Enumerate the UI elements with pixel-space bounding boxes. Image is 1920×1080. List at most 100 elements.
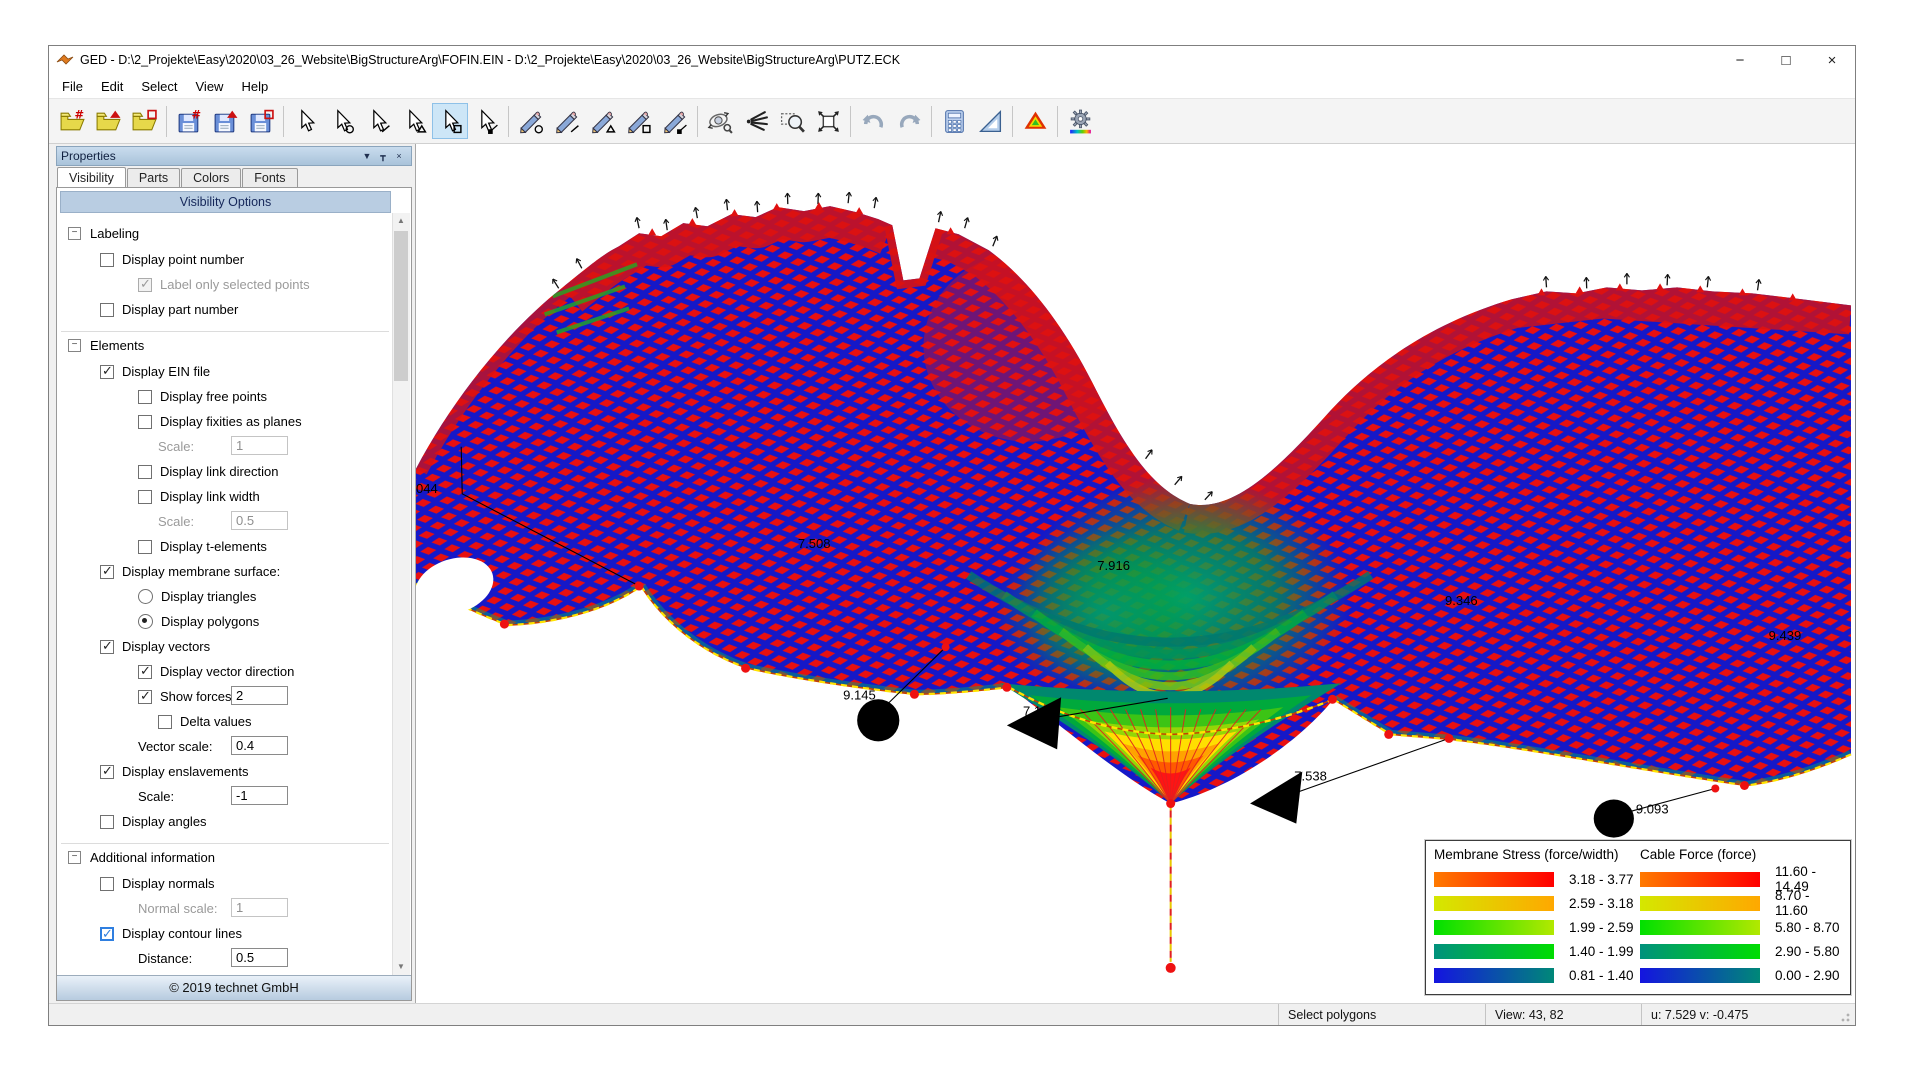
draw-triangle-button[interactable] <box>585 103 621 139</box>
rays-button[interactable] <box>738 103 774 139</box>
open-polygons-file-button[interactable] <box>126 103 162 139</box>
legend-swatch <box>1434 872 1554 887</box>
undo-button[interactable] <box>855 103 891 139</box>
render-membrane-button[interactable] <box>1017 103 1053 139</box>
open-elements-file-button[interactable] <box>90 103 126 139</box>
collapse-icon[interactable]: − <box>68 227 81 240</box>
draw-link-button[interactable] <box>657 103 693 139</box>
option-distance-: Distance: <box>61 946 389 971</box>
scroll-down-icon[interactable]: ▼ <box>393 959 409 975</box>
orbit-view-button[interactable] <box>702 103 738 139</box>
checkbox[interactable] <box>138 390 152 404</box>
render-settings-button[interactable] <box>1062 103 1098 139</box>
checkbox[interactable] <box>100 765 114 779</box>
anchor-ball-icon <box>1594 800 1634 838</box>
select-points-button[interactable] <box>324 103 360 139</box>
checkbox[interactable] <box>158 715 172 729</box>
value-input[interactable] <box>231 948 288 967</box>
checkbox[interactable] <box>100 877 114 891</box>
checkbox[interactable] <box>138 690 152 704</box>
checkbox[interactable] <box>138 465 152 479</box>
legend: Membrane Stress (force/width)3.18 - 3.77… <box>1425 840 1851 995</box>
value-input[interactable] <box>231 786 288 805</box>
legend-range: 0.00 - 2.90 <box>1775 968 1840 983</box>
radio-button[interactable] <box>138 614 153 629</box>
checkbox[interactable] <box>138 415 152 429</box>
ged-app-icon <box>56 52 74 68</box>
checkbox[interactable] <box>100 927 114 941</box>
folder-triangle-icon <box>95 108 122 135</box>
gear-icon <box>1067 108 1094 135</box>
draw-point-button[interactable] <box>513 103 549 139</box>
option-delta-values: Delta values <box>61 709 389 734</box>
scroll-up-icon[interactable]: ▲ <box>393 213 409 229</box>
menu-help[interactable]: Help <box>232 79 277 94</box>
tab-colors[interactable]: Colors <box>181 168 241 187</box>
collapse-icon[interactable]: − <box>68 339 81 352</box>
checkbox[interactable] <box>138 490 152 504</box>
measure-button[interactable] <box>972 103 1008 139</box>
force-label: 9.093 <box>1636 802 1669 817</box>
zoom-extents-button[interactable] <box>810 103 846 139</box>
menu-file[interactable]: File <box>53 79 92 94</box>
value-input <box>231 898 288 917</box>
minimize-button[interactable]: − <box>1717 46 1763 74</box>
redo-button[interactable] <box>891 103 927 139</box>
save-points-file-button[interactable]: # <box>171 103 207 139</box>
select-button[interactable] <box>288 103 324 139</box>
maximize-button[interactable]: □ <box>1763 46 1809 74</box>
checkbox[interactable] <box>100 253 114 267</box>
zoom-window-button[interactable] <box>774 103 810 139</box>
checkbox[interactable] <box>100 365 114 379</box>
checkbox[interactable] <box>100 565 114 579</box>
properties-panel-titlebar[interactable]: Properties ▼┳× <box>56 146 412 166</box>
open-points-file-button[interactable]: # <box>54 103 90 139</box>
panel-pin-button[interactable]: ┳ <box>375 151 391 162</box>
option-scale-: Scale: <box>61 784 389 809</box>
value-input[interactable] <box>231 736 288 755</box>
value-input[interactable] <box>231 686 288 705</box>
draw-polygon-button[interactable] <box>621 103 657 139</box>
panel-dropdown-button[interactable]: ▼ <box>359 151 375 162</box>
resize-grip[interactable] <box>1839 1004 1855 1025</box>
option-label: Display enslavements <box>122 764 248 779</box>
model-viewport[interactable]: 12.0447.5087.9169.3469.4399.1457.1627.53… <box>415 144 1855 1003</box>
option-show-forces-: Show forces ≥ <box>61 684 389 709</box>
tab-visibility[interactable]: Visibility <box>57 167 126 187</box>
select-triangles-button[interactable] <box>396 103 432 139</box>
menu-select[interactable]: Select <box>132 79 186 94</box>
toolbar-separator <box>283 106 284 137</box>
force-label: 7.916 <box>1097 558 1130 573</box>
checkbox[interactable] <box>138 665 152 679</box>
select-links-button[interactable] <box>468 103 504 139</box>
collapse-icon[interactable]: − <box>68 851 81 864</box>
calculator-button[interactable] <box>936 103 972 139</box>
scrollbar-thumb[interactable] <box>394 231 408 381</box>
field-label: Normal scale: <box>138 901 217 916</box>
panel-scrollbar[interactable]: ▲ ▼ <box>392 213 410 975</box>
section-elements: −Elements <box>61 332 389 359</box>
option-display-t-elements: Display t-elements <box>61 534 389 559</box>
save-polygons-file-button[interactable] <box>243 103 279 139</box>
select-polygons-button[interactable] <box>432 103 468 139</box>
cursor-circle-icon <box>329 108 356 135</box>
checkbox[interactable] <box>138 540 152 554</box>
radio-button[interactable] <box>138 589 153 604</box>
checkbox[interactable] <box>100 303 114 317</box>
save-elements-file-button[interactable] <box>207 103 243 139</box>
draw-line-button[interactable] <box>549 103 585 139</box>
option-label: Display free points <box>160 389 267 404</box>
rays-icon <box>743 108 770 135</box>
option-vector-scale-: Vector scale: <box>61 734 389 759</box>
checkbox[interactable] <box>100 815 114 829</box>
legend-title: Membrane Stress (force/width) <box>1434 847 1640 862</box>
close-button[interactable]: × <box>1809 46 1855 74</box>
menu-view[interactable]: View <box>187 79 233 94</box>
checkbox[interactable] <box>100 640 114 654</box>
menu-edit[interactable]: Edit <box>92 79 132 94</box>
panel-close-button[interactable]: × <box>391 151 407 162</box>
tab-fonts[interactable]: Fonts <box>242 168 297 187</box>
select-lines-button[interactable] <box>360 103 396 139</box>
tab-parts[interactable]: Parts <box>127 168 180 187</box>
menu-bar: FileEditSelectViewHelp <box>49 74 1855 99</box>
